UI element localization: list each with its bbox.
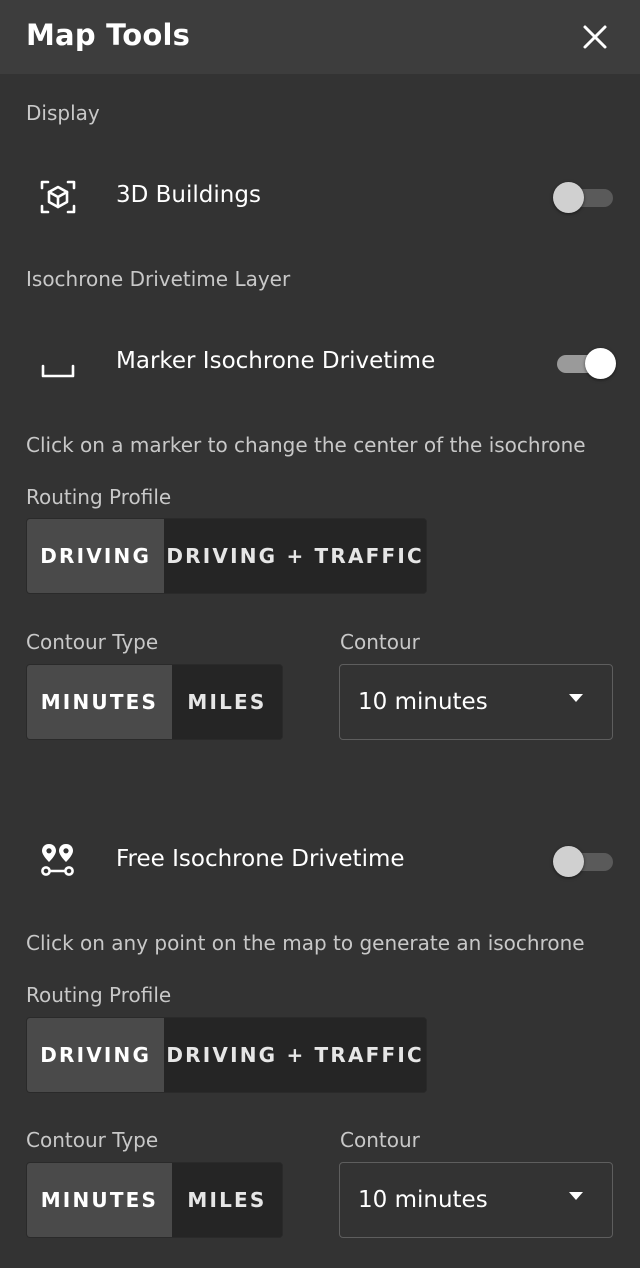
marker-contour-type-label: Contour Type — [26, 630, 159, 654]
buildings-label: 3D Buildings — [116, 182, 261, 208]
toggle-knob — [585, 348, 616, 379]
route-pins-icon — [40, 842, 76, 882]
free-contour-value: 10 minutes — [358, 1187, 488, 1213]
marker-hint-text: Click on a marker to change the center o… — [26, 433, 586, 457]
marker-contour-miles-button[interactable]: MILES — [171, 665, 282, 739]
marker-bracket-icon — [40, 361, 76, 387]
free-contour-label: Contour — [340, 1128, 420, 1152]
free-isochrone-label: Free Isochrone Drivetime — [116, 846, 405, 872]
marker-isochrone-label: Marker Isochrone Drivetime — [116, 348, 436, 374]
free-routing-driving-traffic-button[interactable]: DRIVING + TRAFFIC — [164, 1018, 426, 1092]
close-button[interactable] — [578, 20, 612, 54]
free-contour-miles-button[interactable]: MILES — [171, 1163, 282, 1237]
toggle-knob — [553, 182, 584, 213]
marker-routing-driving-button[interactable]: DRIVING — [27, 519, 165, 593]
free-contour-minutes-button[interactable]: MINUTES — [27, 1163, 172, 1237]
toggle-knob — [553, 846, 584, 877]
panel-title: Map Tools — [26, 18, 191, 52]
cube-scan-icon — [40, 179, 76, 219]
free-routing-label: Routing Profile — [26, 983, 172, 1007]
display-section-label: Display — [26, 101, 100, 125]
marker-routing-label: Routing Profile — [26, 485, 172, 509]
marker-contour-type-group: MINUTES MILES — [26, 664, 283, 740]
caret-down-icon — [567, 689, 585, 708]
free-isochrone-toggle[interactable] — [553, 843, 617, 879]
close-icon — [583, 25, 607, 49]
free-hint-text: Click on any point on the map to generat… — [26, 931, 585, 955]
marker-routing-profile-group: DRIVING DRIVING + TRAFFIC — [26, 518, 427, 594]
caret-down-icon — [567, 1187, 585, 1206]
marker-contour-label: Contour — [340, 630, 420, 654]
isochrone-section-label: Isochrone Drivetime Layer — [26, 267, 291, 291]
free-contour-select[interactable]: 10 minutes — [339, 1162, 613, 1238]
free-contour-type-group: MINUTES MILES — [26, 1162, 283, 1238]
free-routing-profile-group: DRIVING DRIVING + TRAFFIC — [26, 1017, 427, 1093]
free-contour-type-label: Contour Type — [26, 1128, 159, 1152]
free-routing-driving-button[interactable]: DRIVING — [27, 1018, 165, 1092]
panel-header: Map Tools — [0, 0, 640, 74]
marker-contour-select[interactable]: 10 minutes — [339, 664, 613, 740]
marker-contour-minutes-button[interactable]: MINUTES — [27, 665, 172, 739]
marker-contour-value: 10 minutes — [358, 689, 488, 715]
marker-isochrone-toggle[interactable] — [555, 345, 619, 381]
marker-routing-driving-traffic-button[interactable]: DRIVING + TRAFFIC — [164, 519, 426, 593]
buildings-toggle[interactable] — [553, 179, 617, 215]
